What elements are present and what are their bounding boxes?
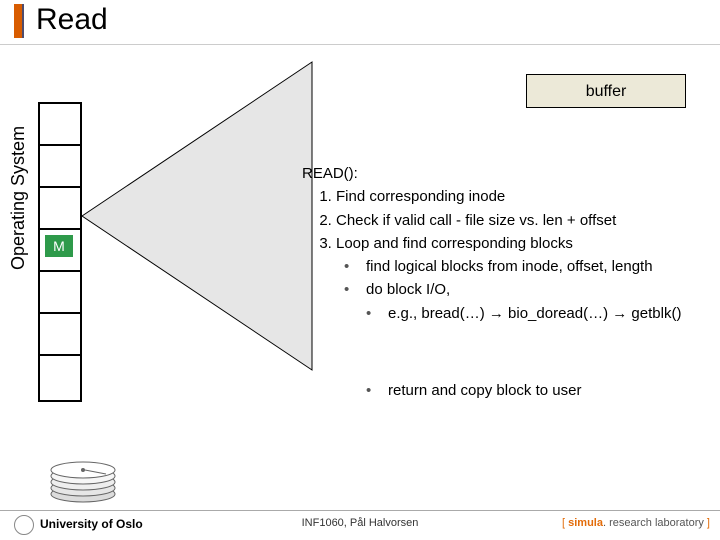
footer-rest: . research laboratory	[603, 517, 704, 529]
buffer-box: buffer	[526, 74, 686, 108]
read-return: return and copy block to user	[366, 382, 581, 399]
page-title: Read	[36, 3, 108, 37]
m-badge: M	[45, 235, 73, 257]
read-step: Loop and find corresponding blocks	[336, 232, 681, 255]
disk-stack-icon	[48, 450, 118, 504]
read-bullet: do block I/O,	[344, 278, 681, 301]
footer-right: [ simula. research laboratory ]	[562, 517, 710, 529]
read-heading: READ():	[302, 162, 681, 185]
footer: University of Oslo INF1060, Pål Halvorse…	[0, 510, 720, 540]
triangle-icon	[72, 56, 318, 376]
os-label: Operating System	[8, 126, 29, 270]
read-bullet: find logical blocks from inode, offset, …	[344, 255, 681, 278]
read-step: Check if valid call - file size vs. len …	[336, 209, 681, 232]
title-accent-icon	[14, 4, 24, 38]
footer-brand: simula	[568, 517, 603, 529]
read-description: READ(): Find corresponding inode Check i…	[302, 162, 681, 325]
read-bullet: e.g., bread(…) → bio_doread(…) → getblk(…	[366, 302, 681, 325]
read-step: Find corresponding inode	[336, 185, 681, 208]
title-bar: Read	[0, 0, 720, 45]
